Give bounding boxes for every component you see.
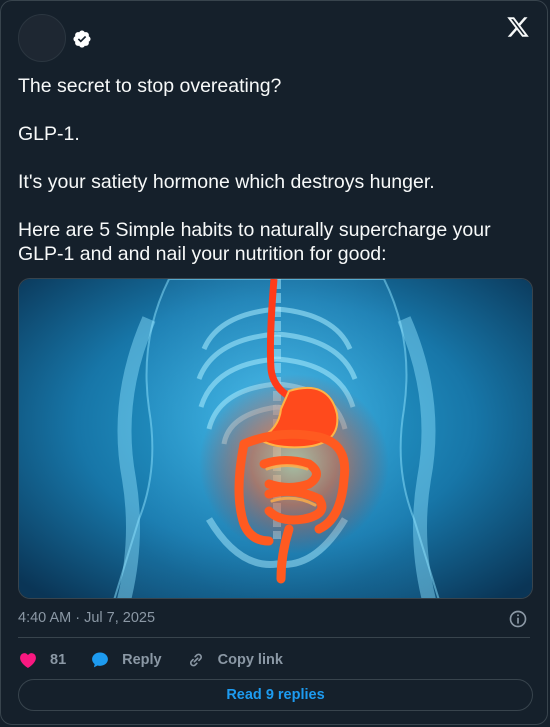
reply-bubble-icon (92, 652, 109, 668)
post-paragraph: GLP-1. (18, 123, 80, 145)
divider (18, 637, 530, 638)
embedded-post-card: The secret to stop overeating? GLP-1. It… (0, 0, 548, 725)
reply-button[interactable]: Reply (90, 650, 162, 670)
info-icon[interactable] (508, 609, 528, 629)
post-paragraph: Here are 5 Simple habits to naturally su… (18, 219, 491, 265)
avatar[interactable] (18, 14, 66, 62)
digestive-system-illustration (19, 279, 532, 598)
post-image[interactable] (18, 278, 533, 599)
like-button[interactable]: 81 (18, 650, 66, 670)
read-replies-button[interactable]: Read 9 replies (18, 679, 533, 711)
x-logo-icon[interactable] (506, 15, 530, 39)
copy-link-button[interactable]: Copy link (186, 650, 283, 670)
post-timestamp[interactable]: 4:40 AM · Jul 7, 2025 (18, 610, 155, 626)
heart-icon (20, 653, 36, 668)
post-paragraph: The secret to stop overeating? (18, 75, 282, 97)
post-text: The secret to stop overeating? GLP-1. It… (18, 74, 528, 266)
action-bar: 81 Reply Copy link (18, 649, 307, 671)
copy-link-label: Copy link (217, 652, 283, 668)
post-paragraph: It's your satiety hormone which destroys… (18, 171, 435, 193)
reply-label: Reply (122, 652, 162, 668)
link-icon (189, 653, 202, 667)
like-count: 81 (50, 652, 67, 668)
verified-badge-icon (73, 30, 91, 48)
